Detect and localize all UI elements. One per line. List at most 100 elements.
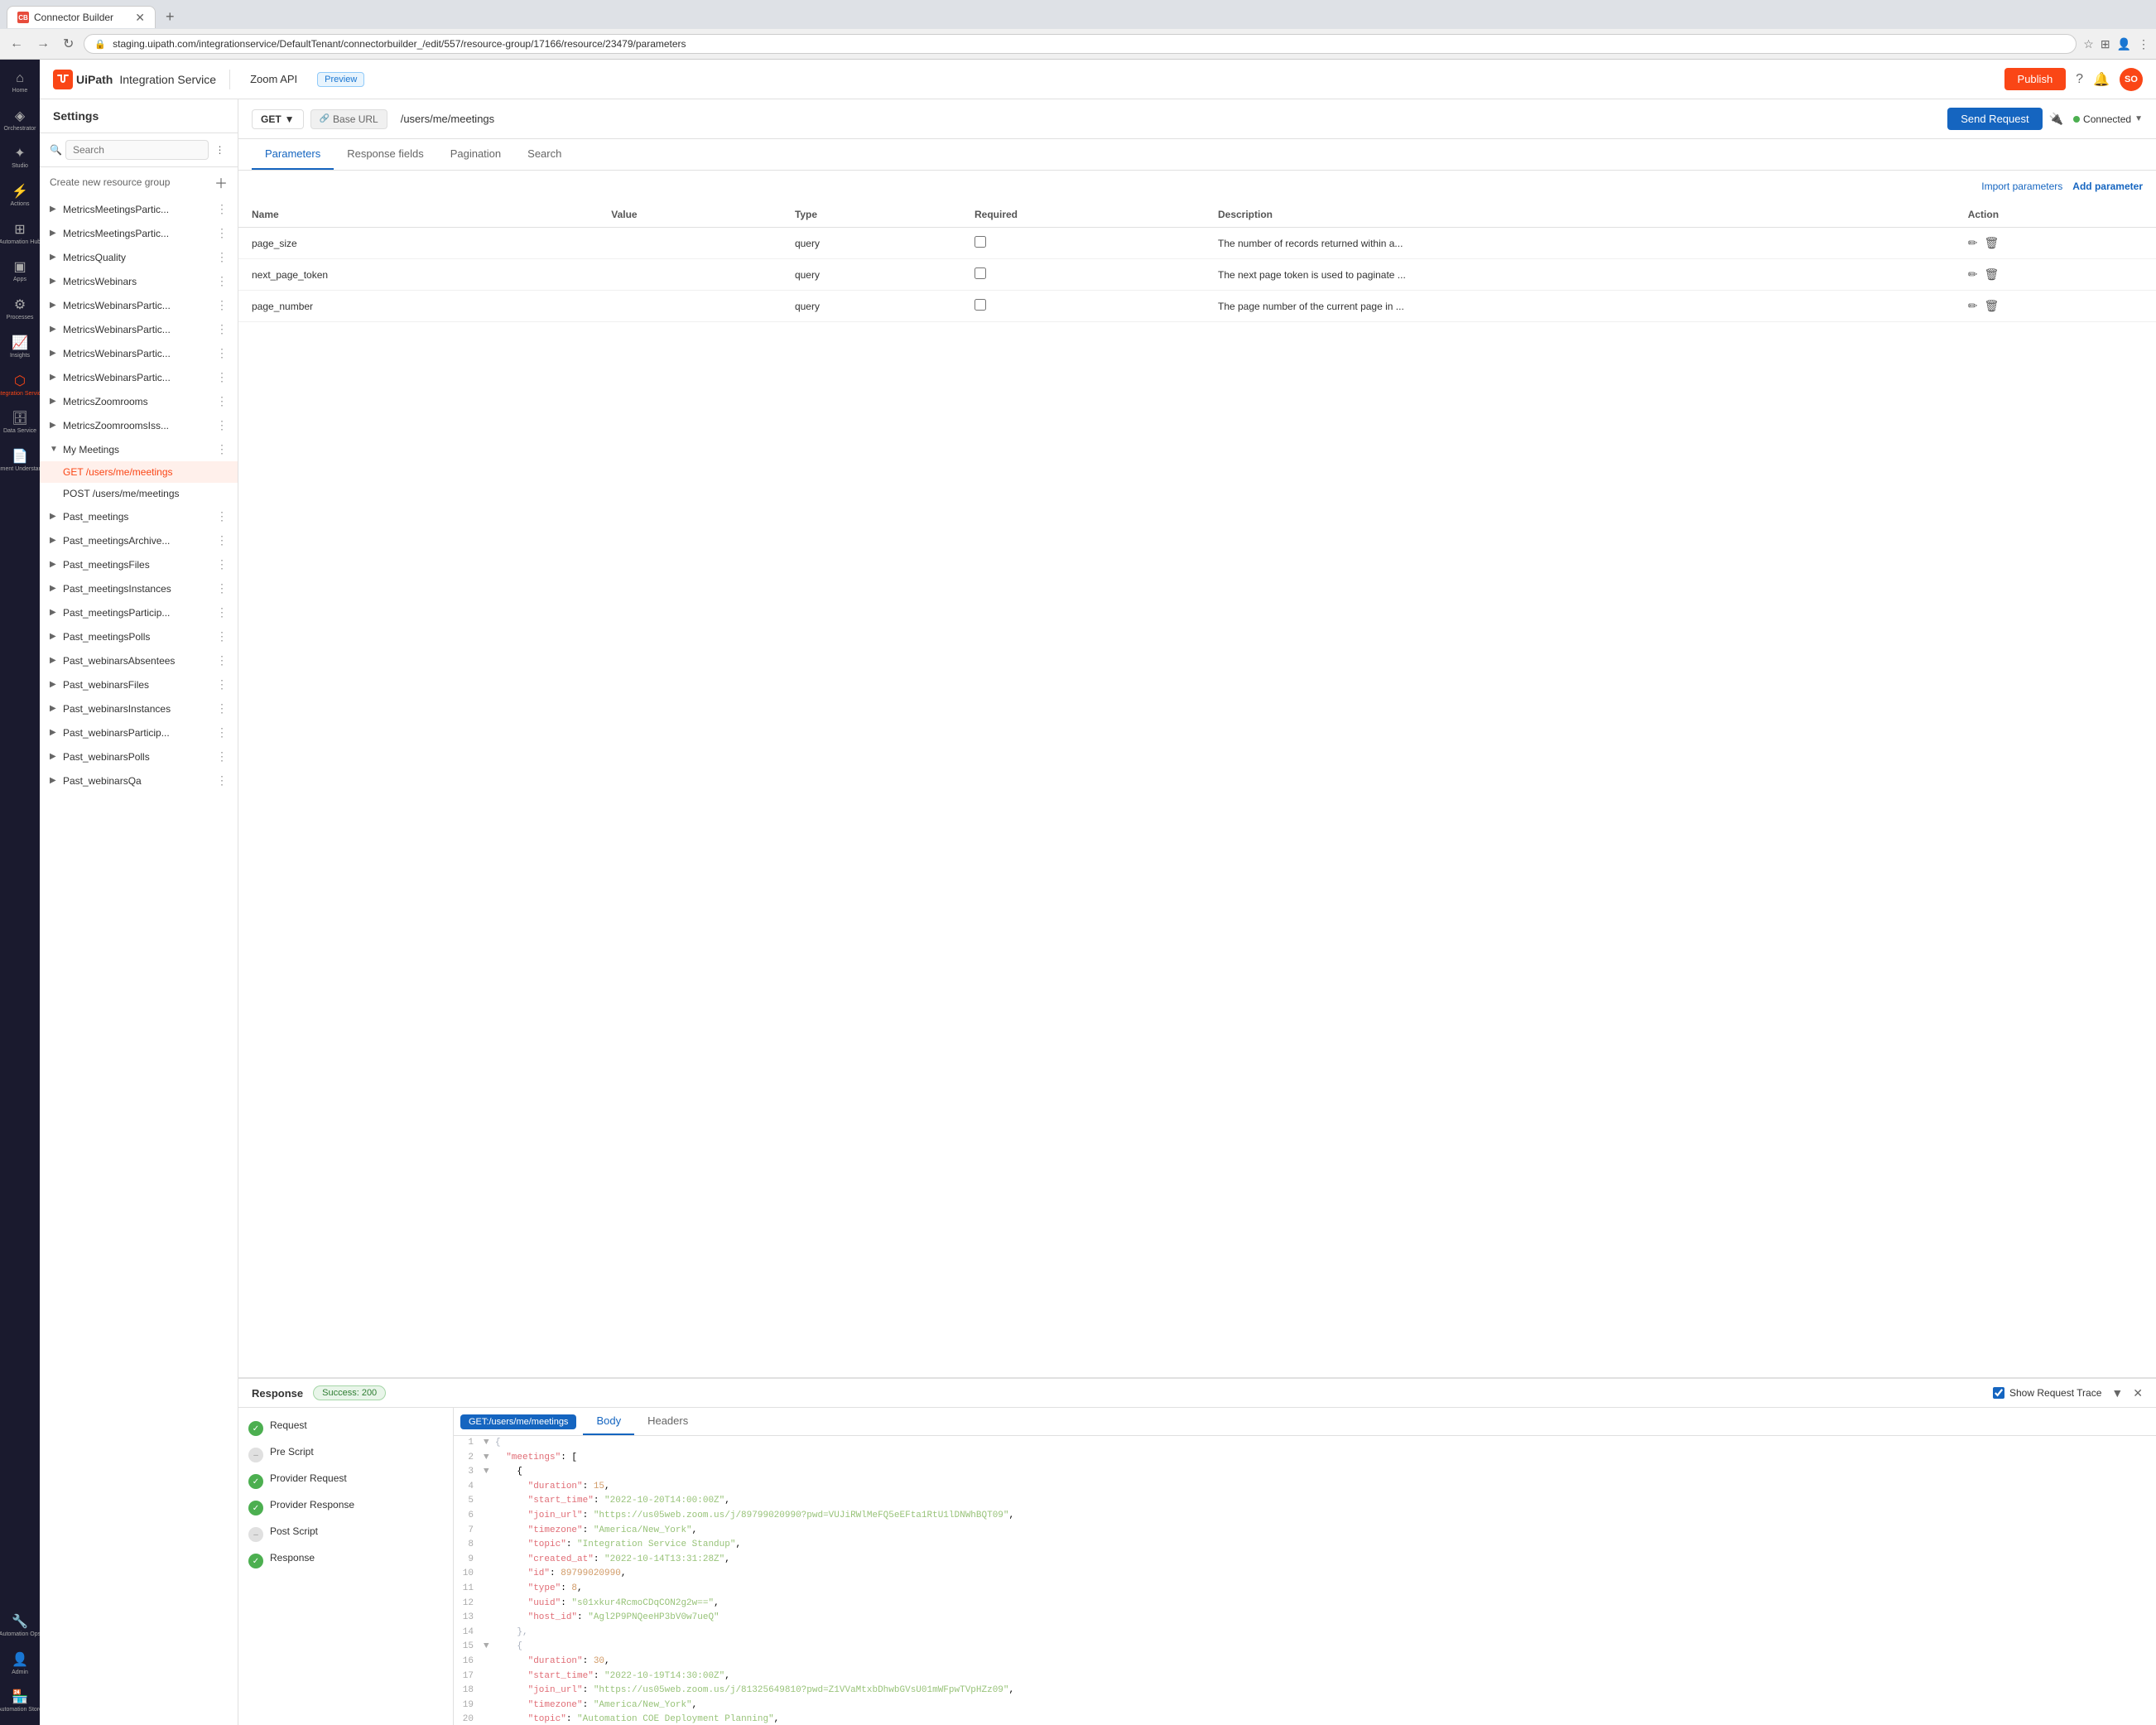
nav-actions[interactable]: ⚡ Actions [2, 178, 38, 213]
nav-automation-store[interactable]: 🏪 Automation Store [2, 1684, 38, 1718]
menu-button[interactable]: ⋮ [2138, 37, 2149, 51]
tab-pagination[interactable]: Pagination [437, 139, 514, 170]
more-icon[interactable]: ⋮ [216, 581, 228, 595]
sidebar-item-metrics-webinars[interactable]: ▶ MetricsWebinars ⋮ [40, 269, 238, 293]
response-tab-body[interactable]: Body [583, 1408, 634, 1435]
sidebar-item-past-webinars-particip[interactable]: ▶ Past_webinarsParticip... ⋮ [40, 720, 238, 744]
delete-param-icon[interactable]: 🗑 [1984, 236, 1999, 250]
more-icon[interactable]: ⋮ [216, 418, 228, 432]
more-icon[interactable]: ⋮ [216, 509, 228, 523]
sidebar-item-past-webinars-absentees[interactable]: ▶ Past_webinarsAbsentees ⋮ [40, 648, 238, 672]
more-icon[interactable]: ⋮ [216, 370, 228, 384]
more-icon[interactable]: ⋮ [216, 202, 228, 216]
more-icon[interactable]: ⋮ [216, 298, 228, 312]
nav-admin[interactable]: 👤 Admin [2, 1646, 38, 1681]
sidebar-item-post-users-me-meetings[interactable]: POST /users/me/meetings [40, 483, 238, 504]
param-required-checkbox[interactable] [975, 236, 986, 248]
url-path-input[interactable]: /users/me/meetings [394, 109, 1941, 128]
help-button[interactable]: ? [2076, 72, 2083, 87]
sidebar-item-metrics-webinars-partic-4[interactable]: ▶ MetricsWebinarsPartic... ⋮ [40, 365, 238, 389]
zoom-api-nav[interactable]: Zoom API [243, 70, 304, 89]
more-icon[interactable]: ⋮ [216, 274, 228, 288]
more-icon[interactable]: ⋮ [216, 533, 228, 547]
sidebar-options-button[interactable]: ⋮ [212, 144, 228, 156]
sidebar-item-past-webinars-instances[interactable]: ▶ Past_webinarsInstances ⋮ [40, 696, 238, 720]
more-icon[interactable]: ⋮ [216, 226, 228, 240]
sidebar-item-past-meetings-instances[interactable]: ▶ Past_meetingsInstances ⋮ [40, 576, 238, 600]
sidebar-item-past-meetings-particip[interactable]: ▶ Past_meetingsParticip... ⋮ [40, 600, 238, 624]
preview-badge[interactable]: Preview [317, 72, 364, 87]
tab-response-fields[interactable]: Response fields [334, 139, 437, 170]
edit-param-icon[interactable]: ✏ [1968, 267, 1978, 282]
publish-button[interactable]: Publish [2004, 68, 2067, 90]
more-icon[interactable]: ⋮ [216, 394, 228, 408]
send-request-button[interactable]: Send Request [1947, 108, 2042, 130]
active-tab[interactable]: CB Connector Builder ✕ [7, 6, 156, 28]
collapse-response-button[interactable]: ▼ [2111, 1386, 2123, 1400]
profile-button[interactable]: 👤 [2117, 37, 2131, 51]
tab-close-button[interactable]: ✕ [135, 12, 145, 23]
param-value[interactable] [598, 259, 782, 291]
import-parameters-link[interactable]: Import parameters [1981, 181, 2062, 192]
more-icon[interactable]: ⋮ [216, 773, 228, 788]
connected-dropdown-icon[interactable]: ▼ [2134, 114, 2143, 123]
sidebar-item-metrics-quality[interactable]: ▶ MetricsQuality ⋮ [40, 245, 238, 269]
more-icon[interactable]: ⋮ [216, 701, 228, 716]
sidebar-search-input[interactable] [65, 140, 209, 160]
more-icon[interactable]: ⋮ [216, 250, 228, 264]
param-value[interactable] [598, 228, 782, 259]
edit-param-icon[interactable]: ✏ [1968, 236, 1978, 250]
sidebar-item-metrics-webinars-partic-2[interactable]: ▶ MetricsWebinarsPartic... ⋮ [40, 317, 238, 341]
more-icon[interactable]: ⋮ [216, 749, 228, 764]
extensions-button[interactable]: ⊞ [2101, 37, 2110, 51]
add-parameter-link[interactable]: Add parameter [2072, 181, 2143, 192]
sidebar-item-metrics-zoomrooms[interactable]: ▶ MetricsZoomrooms ⋮ [40, 389, 238, 413]
tab-search[interactable]: Search [514, 139, 575, 170]
nav-integration-service[interactable]: ⬡ Integration Service [2, 368, 38, 402]
close-response-button[interactable]: ✕ [2133, 1386, 2143, 1400]
sidebar-item-metrics-webinars-partic-1[interactable]: ▶ MetricsWebinarsPartic... ⋮ [40, 293, 238, 317]
sidebar-item-past-webinars-polls[interactable]: ▶ Past_webinarsPolls ⋮ [40, 744, 238, 769]
nav-apps[interactable]: ▣ Apps [2, 253, 38, 288]
param-required-checkbox[interactable] [975, 267, 986, 279]
nav-studio[interactable]: ✦ Studio [2, 140, 38, 175]
sidebar-item-past-meetings[interactable]: ▶ Past_meetings ⋮ [40, 504, 238, 528]
sidebar-item-get-users-me-meetings[interactable]: GET /users/me/meetings [40, 461, 238, 483]
tab-parameters[interactable]: Parameters [252, 139, 334, 170]
delete-param-icon[interactable]: 🗑 [1984, 267, 1999, 282]
nav-processes[interactable]: ⚙ Processes [2, 292, 38, 326]
create-resource-group-button[interactable]: Create new resource group ＋ [40, 167, 238, 197]
nav-insights[interactable]: 📈 Insights [2, 330, 38, 364]
more-icon[interactable]: ⋮ [216, 653, 228, 667]
response-tab-headers[interactable]: Headers [634, 1408, 701, 1435]
more-icon[interactable]: ⋮ [216, 346, 228, 360]
show-trace-checkbox[interactable] [1993, 1387, 2004, 1399]
address-bar[interactable]: 🔒 staging.uipath.com/integrationservice/… [84, 34, 2077, 54]
more-icon[interactable]: ⋮ [216, 629, 228, 643]
nav-data-service[interactable]: 🗄 Data Service [2, 405, 38, 440]
more-icon[interactable]: ⋮ [216, 725, 228, 740]
notifications-button[interactable]: 🔔 [2093, 71, 2110, 88]
more-icon[interactable]: ⋮ [216, 322, 228, 336]
delete-param-icon[interactable]: 🗑 [1984, 299, 1999, 313]
sidebar-item-my-meetings[interactable]: ▼ My Meetings ⋮ [40, 437, 238, 461]
sidebar-item-metrics-meetings-2[interactable]: ▶ MetricsMeetingsPartic... ⋮ [40, 221, 238, 245]
more-icon[interactable]: ⋮ [216, 557, 228, 571]
edit-param-icon[interactable]: ✏ [1968, 299, 1978, 313]
param-value[interactable] [598, 291, 782, 322]
user-avatar[interactable]: SO [2120, 68, 2143, 91]
nav-automation-ops[interactable]: 🔧 Automation Ops [2, 1608, 38, 1643]
sidebar-item-metrics-zoomrooms-iss[interactable]: ▶ MetricsZoomroomsIss... ⋮ [40, 413, 238, 437]
nav-document-understanding[interactable]: 📄 Document Understanding [2, 443, 38, 478]
sidebar-item-metrics-webinars-partic-3[interactable]: ▶ MetricsWebinarsPartic... ⋮ [40, 341, 238, 365]
sidebar-item-past-webinars-qa[interactable]: ▶ Past_webinarsQa ⋮ [40, 769, 238, 793]
sidebar-item-past-meetings-polls[interactable]: ▶ Past_meetingsPolls ⋮ [40, 624, 238, 648]
method-select[interactable]: GET ▼ [252, 109, 304, 129]
sidebar-item-past-meetings-archive[interactable]: ▶ Past_meetingsArchive... ⋮ [40, 528, 238, 552]
more-icon[interactable]: ⋮ [216, 605, 228, 619]
nav-automation-hub[interactable]: ⊞ Automation Hub [2, 216, 38, 251]
nav-orchestrator[interactable]: ◈ Orchestrator [2, 103, 38, 137]
param-required-checkbox[interactable] [975, 299, 986, 311]
bookmark-button[interactable]: ☆ [2083, 37, 2094, 51]
sidebar-item-metrics-meetings-1[interactable]: ▶ MetricsMeetingsPartic... ⋮ [40, 197, 238, 221]
